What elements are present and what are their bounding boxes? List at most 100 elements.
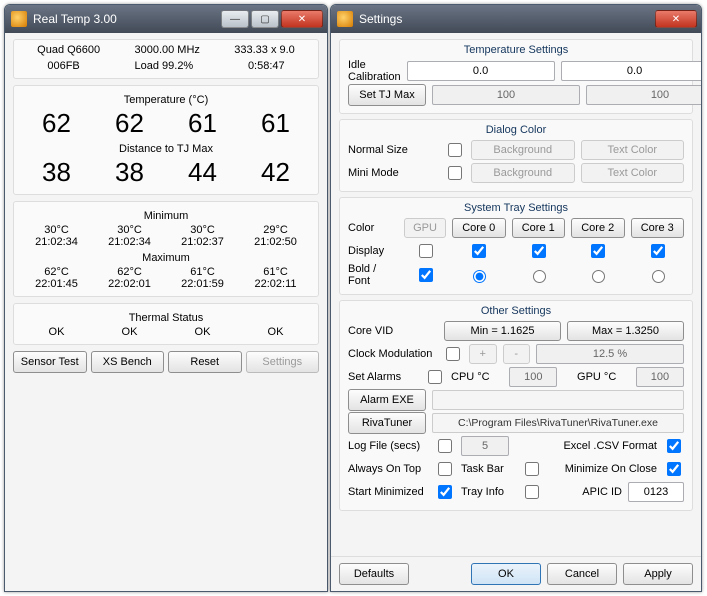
rivatuner-button[interactable]: RivaTuner xyxy=(348,412,426,434)
apic-id-input[interactable] xyxy=(628,482,684,502)
font-core2-radio[interactable] xyxy=(592,270,605,283)
temperature-heading: Temperature (°C) xyxy=(20,94,312,106)
min-time3: 21:02:50 xyxy=(239,236,312,248)
cpu-alarm-label: CPU °C xyxy=(451,371,490,383)
max-t1: 62°C xyxy=(93,266,166,278)
xs-bench-button[interactable]: XS Bench xyxy=(91,351,165,373)
excel-label: Excel .CSV Format xyxy=(563,440,657,452)
settings-button[interactable]: Settings xyxy=(246,351,320,373)
display-gpu-check[interactable] xyxy=(419,244,433,258)
vid-min-button[interactable]: Min = 1.1625 xyxy=(444,321,561,341)
normal-bg-button[interactable]: Background xyxy=(471,140,575,160)
core1-color-button[interactable]: Core 1 xyxy=(512,218,566,238)
min-on-close-label: Minimize On Close xyxy=(565,463,657,475)
normal-size-label: Normal Size xyxy=(348,144,438,156)
maximum-heading: Maximum xyxy=(20,252,312,264)
thermal-heading: Thermal Status xyxy=(20,312,312,324)
display-core3-check[interactable] xyxy=(651,244,665,258)
min-on-close-check[interactable] xyxy=(667,462,681,476)
reset-button[interactable]: Reset xyxy=(168,351,242,373)
mini-mode-label: Mini Mode xyxy=(348,167,438,179)
clock-pct xyxy=(536,344,684,364)
defaults-button[interactable]: Defaults xyxy=(339,563,409,585)
always-on-top-label: Always On Top xyxy=(348,463,428,475)
font-core0-radio[interactable] xyxy=(473,270,486,283)
set-alarms-check[interactable] xyxy=(428,370,442,384)
core3-color-button[interactable]: Core 3 xyxy=(631,218,685,238)
normal-size-check[interactable] xyxy=(448,143,462,157)
close-button[interactable]: ✕ xyxy=(281,10,323,28)
cpu-id: 006FB xyxy=(47,60,79,72)
excel-check[interactable] xyxy=(667,439,681,453)
temp-core2: 61 xyxy=(166,108,239,139)
alarm-exe-button[interactable]: Alarm EXE xyxy=(348,389,426,411)
temp-core3: 61 xyxy=(239,108,312,139)
min-t1: 30°C xyxy=(93,224,166,236)
mini-bg-button[interactable]: Background xyxy=(471,163,575,183)
ok-button[interactable]: OK xyxy=(471,563,541,585)
thermal1: OK xyxy=(93,326,166,338)
settings-title: Settings xyxy=(359,12,655,26)
rivatuner-path: C:\Program Files\RivaTuner\RivaTuner.exe xyxy=(432,413,684,433)
min-t2: 30°C xyxy=(166,224,239,236)
idle0-input[interactable] xyxy=(407,61,555,81)
sensor-test-button[interactable]: Sensor Test xyxy=(13,351,87,373)
mini-mode-check[interactable] xyxy=(448,166,462,180)
cpu-fsb: 333.33 x 9.0 xyxy=(234,44,295,56)
settings-close-button[interactable]: ✕ xyxy=(655,10,697,28)
min-t0: 30°C xyxy=(20,224,93,236)
mini-text-button[interactable]: Text Color xyxy=(581,163,685,183)
temp-core1: 62 xyxy=(93,108,166,139)
apply-button[interactable]: Apply xyxy=(623,563,693,585)
settings-titlebar: Settings ✕ xyxy=(331,5,701,33)
min-time2: 21:02:37 xyxy=(166,236,239,248)
clock-mod-check[interactable] xyxy=(446,347,460,361)
apic-id-label: APIC ID xyxy=(582,486,622,498)
core-vid-label: Core VID xyxy=(348,325,438,337)
bold-check[interactable] xyxy=(419,268,433,282)
display-label: Display xyxy=(348,245,398,257)
main-titlebar: Real Temp 3.00 — ▢ ✕ xyxy=(5,5,327,33)
app-icon xyxy=(11,11,27,27)
maximize-button[interactable]: ▢ xyxy=(251,10,279,28)
temp-settings-heading: Temperature Settings xyxy=(348,44,684,56)
clock-minus-button[interactable]: - xyxy=(503,344,531,364)
start-min-check[interactable] xyxy=(438,485,452,499)
minimum-heading: Minimum xyxy=(20,210,312,222)
display-core1-check[interactable] xyxy=(532,244,546,258)
taskbar-label: Task Bar xyxy=(461,463,515,475)
max-time3: 22:02:11 xyxy=(239,278,312,290)
other-settings-heading: Other Settings xyxy=(348,305,684,317)
display-core2-check[interactable] xyxy=(591,244,605,258)
core2-color-button[interactable]: Core 2 xyxy=(571,218,625,238)
main-title: Real Temp 3.00 xyxy=(33,12,221,26)
clock-plus-button[interactable]: + xyxy=(469,344,497,364)
uptime: 0:58:47 xyxy=(248,60,285,72)
dist-core1: 38 xyxy=(93,157,166,188)
normal-text-button[interactable]: Text Color xyxy=(581,140,685,160)
font-core3-radio[interactable] xyxy=(652,270,665,283)
log-file-check[interactable] xyxy=(438,439,452,453)
gpu-alarm-label: GPU °C xyxy=(577,371,616,383)
minimize-button[interactable]: — xyxy=(221,10,249,28)
vid-max-button[interactable]: Max = 1.3250 xyxy=(567,321,684,341)
dist-core0: 38 xyxy=(20,157,93,188)
thermal2: OK xyxy=(166,326,239,338)
set-tjmax-button[interactable]: Set TJ Max xyxy=(348,84,426,106)
core0-color-button[interactable]: Core 0 xyxy=(452,218,506,238)
tj0 xyxy=(432,85,580,105)
gpu-color-button[interactable]: GPU xyxy=(404,218,446,238)
display-core0-check[interactable] xyxy=(472,244,486,258)
cpu-name: Quad Q6600 xyxy=(37,44,100,56)
always-on-top-check[interactable] xyxy=(438,462,452,476)
taskbar-check[interactable] xyxy=(525,462,539,476)
font-core1-radio[interactable] xyxy=(533,270,546,283)
tray-settings-heading: System Tray Settings xyxy=(348,202,684,214)
color-label: Color xyxy=(348,222,398,234)
idle1-input[interactable] xyxy=(561,61,701,81)
start-min-label: Start Minimized xyxy=(348,486,428,498)
cpu-alarm-val xyxy=(509,367,557,387)
cancel-button[interactable]: Cancel xyxy=(547,563,617,585)
tray-info-check[interactable] xyxy=(525,485,539,499)
cpu-load: Load 99.2% xyxy=(135,60,194,72)
